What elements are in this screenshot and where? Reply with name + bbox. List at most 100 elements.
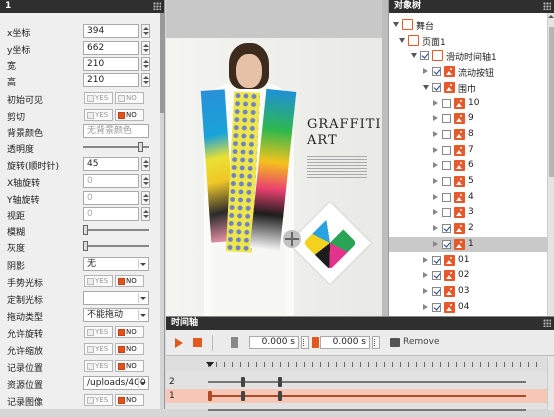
chevron-down-icon[interactable] (138, 310, 147, 320)
timeline-track[interactable] (166, 403, 554, 417)
end-time-input[interactable]: 0.000 s (320, 336, 370, 349)
collapse-arrow-icon[interactable] (423, 68, 428, 75)
visibility-checkbox[interactable] (442, 224, 451, 234)
keyframe-marker[interactable] (241, 391, 245, 401)
gesture-cursor-no-toggle[interactable]: NO (115, 275, 144, 287)
visibility-checkbox[interactable] (442, 239, 451, 249)
record-position-no-toggle[interactable]: NO (115, 360, 144, 372)
chevron-down-icon[interactable] (138, 259, 147, 269)
visibility-checkbox[interactable] (442, 161, 451, 171)
visibility-checkbox[interactable] (432, 82, 441, 92)
collapse-arrow-icon[interactable] (433, 99, 438, 106)
chevron-down-icon[interactable] (138, 378, 147, 388)
keyframe-marker[interactable] (241, 377, 245, 387)
remove-icon[interactable] (390, 338, 400, 347)
end-time-picker-icon[interactable] (372, 336, 380, 349)
start-time-input[interactable]: 0.000 s (249, 336, 299, 349)
clip-yes-toggle[interactable]: YES (84, 109, 113, 121)
x-spinner-icon[interactable] (141, 24, 150, 38)
perspective-spinner-icon[interactable] (141, 207, 150, 221)
page-preview[interactable]: GRAFFITI ART (166, 38, 388, 316)
keyframe-marker[interactable] (208, 391, 212, 401)
shadow-select[interactable]: 无 (83, 257, 149, 271)
rotate-input[interactable]: 45 (83, 157, 139, 171)
visibility-checkbox[interactable] (432, 67, 441, 77)
allow-zoom-no-toggle[interactable]: NO (115, 343, 144, 355)
stop-icon[interactable] (193, 338, 202, 347)
tree-node[interactable]: 3 (389, 205, 548, 220)
tree-node[interactable]: 02 (389, 268, 548, 283)
grip-icon[interactable] (153, 2, 161, 10)
record-image-yes-toggle[interactable]: YES (84, 394, 113, 406)
visibility-checkbox[interactable] (432, 302, 441, 312)
crosshair-icon[interactable] (283, 230, 301, 248)
clip-no-toggle[interactable]: NO (115, 109, 144, 121)
visibility-checkbox[interactable] (442, 98, 451, 108)
visibility-checkbox[interactable] (442, 192, 451, 202)
initial-visible-no-toggle[interactable]: NO (115, 92, 144, 104)
drag-type-select[interactable]: 不能拖动 (83, 308, 149, 322)
y-rotate-input[interactable]: 0 (83, 191, 139, 205)
custom-cursor-select[interactable] (83, 291, 149, 305)
stage-canvas[interactable]: GRAFFITI ART (166, 0, 388, 316)
collapse-arrow-icon[interactable] (433, 209, 438, 216)
timeline-track-selected[interactable]: 1 (166, 389, 554, 403)
collapse-arrow-icon[interactable] (423, 287, 428, 294)
grayscale-slider-handle[interactable] (83, 241, 88, 251)
tree-node[interactable]: 滑动时间轴1 (389, 48, 548, 63)
collapse-arrow-icon[interactable] (433, 225, 438, 232)
blur-slider[interactable] (83, 225, 149, 235)
tree-scroll-thumb[interactable] (549, 27, 554, 177)
y-input[interactable]: 662 (83, 41, 139, 55)
scroll-up-icon[interactable] (547, 13, 554, 21)
y-rotate-spinner-icon[interactable] (141, 191, 150, 205)
rotate-spinner-icon[interactable] (141, 157, 150, 171)
keyframe-marker[interactable] (278, 391, 282, 401)
height-spinner-icon[interactable] (141, 73, 150, 87)
visibility-checkbox[interactable] (432, 286, 441, 296)
properties-scroll-thumb[interactable] (160, 13, 164, 113)
collapse-arrow-icon[interactable] (433, 146, 438, 153)
tree-node[interactable]: 03 (389, 284, 548, 299)
perspective-input[interactable]: 0 (83, 207, 139, 221)
collapse-arrow-icon[interactable] (433, 115, 438, 122)
opacity-slider[interactable] (83, 142, 149, 152)
collapse-arrow-icon[interactable] (433, 193, 438, 200)
resource-path-select[interactable]: /uploads/400 (83, 376, 149, 390)
tree-node[interactable]: 1 (389, 236, 548, 252)
collapse-arrow-icon[interactable] (433, 162, 438, 169)
collapse-arrow-icon[interactable] (423, 303, 428, 310)
chevron-down-icon[interactable] (138, 293, 147, 303)
tree-node[interactable]: 2 (389, 221, 548, 236)
keyframe-gray-icon[interactable] (231, 337, 238, 348)
tree-node[interactable]: 5 (389, 174, 548, 189)
grip-icon[interactable] (543, 319, 551, 327)
width-spinner-icon[interactable] (141, 57, 150, 71)
height-input[interactable]: 210 (83, 73, 139, 87)
blur-slider-handle[interactable] (83, 225, 88, 235)
collapse-arrow-icon[interactable] (423, 272, 428, 279)
tree-node[interactable]: 页面1 (389, 33, 548, 48)
grip-icon[interactable] (543, 2, 551, 10)
collapse-arrow-icon[interactable] (433, 240, 438, 247)
visibility-checkbox[interactable] (420, 51, 429, 61)
keyframe-orange-icon[interactable] (312, 337, 319, 348)
tree-node[interactable]: 围巾 (389, 80, 548, 95)
allow-rotate-yes-toggle[interactable]: YES (84, 326, 113, 338)
tree-node[interactable]: 01 (389, 253, 548, 268)
visibility-checkbox[interactable] (442, 129, 451, 139)
x-rotate-spinner-icon[interactable] (141, 174, 150, 188)
tree-node[interactable]: 流动按钮 (389, 64, 548, 79)
opacity-slider-handle[interactable] (137, 142, 143, 152)
collapse-arrow-icon[interactable] (423, 256, 428, 263)
expand-arrow-icon[interactable] (423, 84, 429, 90)
tree-scrollbar[interactable] (547, 13, 554, 355)
remove-button[interactable]: Remove (403, 337, 440, 347)
tree-node[interactable]: 8 (389, 127, 548, 142)
record-image-no-toggle[interactable]: NO (115, 394, 144, 406)
visibility-checkbox[interactable] (442, 114, 451, 124)
record-position-yes-toggle[interactable]: YES (84, 360, 113, 372)
tree-node[interactable]: 9 (389, 111, 548, 126)
x-rotate-input[interactable]: 0 (83, 174, 139, 188)
timeline-scrollbar[interactable] (547, 357, 554, 410)
